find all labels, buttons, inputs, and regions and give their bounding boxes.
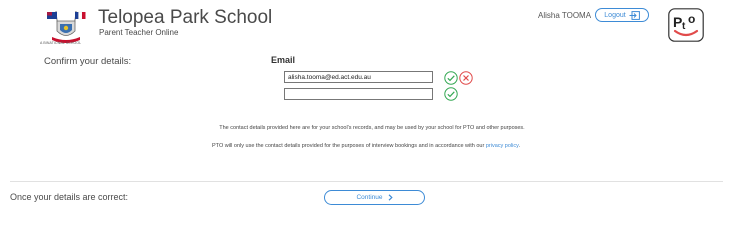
- user-name: Alisha TOOMA: [538, 11, 592, 20]
- records-notice: The contact details provided here are fo…: [219, 125, 525, 131]
- pto-brand-logo: P t o: [668, 8, 704, 42]
- logo-caption: A BINATIONAL SCHOOL: [40, 41, 82, 45]
- logout-icon: [629, 10, 640, 20]
- email-field-1[interactable]: [284, 71, 433, 83]
- check-icon: [444, 71, 458, 85]
- confirm-email-2-button[interactable]: [444, 87, 458, 101]
- privacy-notice-suffix: .: [518, 143, 520, 149]
- close-icon: [459, 71, 473, 85]
- confirm-email-1-button[interactable]: [444, 71, 458, 85]
- remove-email-1-button[interactable]: [459, 71, 473, 85]
- check-icon: [444, 87, 458, 101]
- logout-label: Logout: [604, 11, 626, 19]
- svg-text:P: P: [673, 14, 682, 30]
- confirm-details-label: Confirm your details:: [44, 56, 132, 67]
- school-name: Telopea Park School: [98, 7, 273, 28]
- privacy-policy-link[interactable]: privacy policy: [486, 143, 519, 149]
- chevron-right-icon: [388, 194, 393, 201]
- continue-button[interactable]: Continue: [324, 190, 425, 205]
- privacy-notice: PTO will only use the contact details pr…: [0, 143, 730, 149]
- email-heading: Email: [271, 55, 296, 65]
- section-divider: [10, 181, 723, 182]
- email-field-2[interactable]: [284, 88, 433, 100]
- app-subtitle: Parent Teacher Online: [99, 28, 179, 37]
- continue-label: Continue: [356, 194, 383, 201]
- details-correct-label: Once your details are correct:: [10, 192, 129, 202]
- privacy-notice-text: PTO will only use the contact details pr…: [212, 143, 486, 149]
- school-crest-logo: [44, 9, 88, 45]
- svg-text:o: o: [688, 12, 695, 26]
- logout-button[interactable]: Logout: [595, 8, 649, 22]
